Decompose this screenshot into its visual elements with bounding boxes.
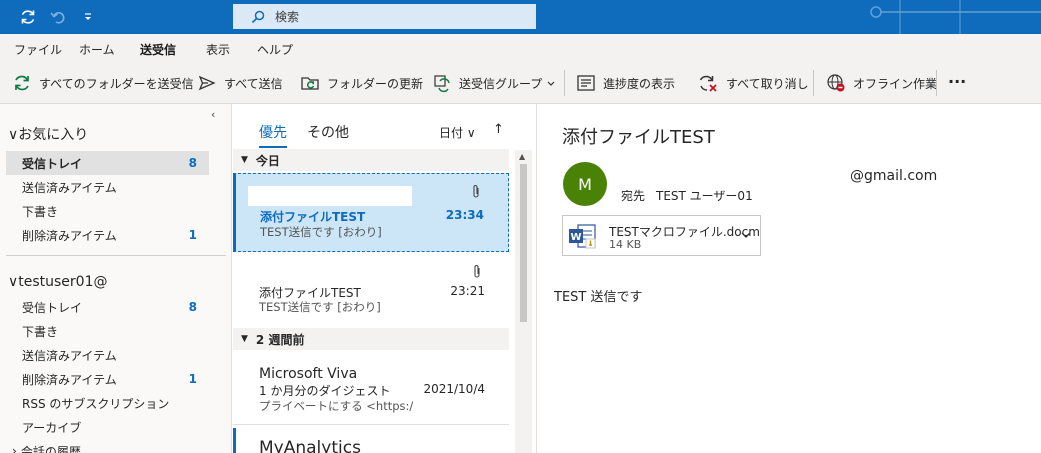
sync-icon[interactable] <box>18 7 38 27</box>
send-icon <box>198 75 216 91</box>
more-options-button[interactable]: ··· <box>948 70 966 92</box>
message-preview: プライベートにする <https:/ <box>259 399 414 413</box>
account-inbox[interactable]: 受信トレイ 8 <box>6 295 209 319</box>
sync-all-icon <box>15 75 29 91</box>
undo-icon[interactable] <box>48 7 68 27</box>
favorite-drafts[interactable]: 下書き <box>6 199 209 223</box>
tab-other[interactable]: その他 <box>307 122 349 142</box>
account-rss[interactable]: RSS のサブスクリプション <box>6 391 209 415</box>
send-all-button[interactable]: すべて送信 <box>197 72 283 94</box>
search-placeholder: 検索 <box>275 10 300 24</box>
favorite-inbox[interactable]: 受信トレイ 8 <box>6 151 209 175</box>
recipient-name[interactable]: TEST ユーザー01 <box>656 187 753 204</box>
favorites-group[interactable]: ∨お気に入り <box>8 124 88 144</box>
progress-icon <box>577 75 595 91</box>
message-list-scrollbar[interactable]: ▲ <box>515 150 532 453</box>
unread-indicator <box>233 173 236 252</box>
word-document-icon: W <box>569 224 596 249</box>
tab-view[interactable]: 表示 <box>206 41 230 58</box>
message-list: 優先 その他 日付 ∨ ↑ ▼ 今日 添付ファイルTEST 23:34 TEST送… <box>233 104 537 453</box>
tab-send-receive[interactable]: 送受信 <box>140 41 177 64</box>
message-subject: 添付ファイルTEST <box>260 210 366 224</box>
chevron-down-icon <box>547 81 555 86</box>
group-header-today[interactable]: ▼ 今日 <box>233 149 509 171</box>
ribbon-divider <box>564 70 565 96</box>
message-time: 23:21 <box>450 284 485 298</box>
to-label: 宛先 <box>621 189 646 203</box>
message-time: 2021/10/4 <box>423 382 485 396</box>
update-folder-button[interactable]: フォルダーの更新 <box>300 72 423 94</box>
sync-group-icon <box>434 75 450 93</box>
header-decoration <box>870 0 1041 34</box>
ribbon-divider <box>936 70 937 96</box>
account-drafts[interactable]: 下書き <box>6 319 209 343</box>
show-progress-button[interactable]: 進捗度の表示 <box>576 72 675 94</box>
attachment-card[interactable]: W TESTマクロファイル.docm 14 KB <box>562 215 761 256</box>
divider <box>6 255 226 256</box>
chevron-down-icon: ∨ <box>466 126 476 140</box>
group-header-two-weeks-ago[interactable]: ▼ 2 週間前 <box>233 328 509 350</box>
attachment-size: 14 KB <box>609 238 642 251</box>
chevron-down-icon: ▼ <box>241 334 248 344</box>
divider <box>233 424 509 425</box>
account-archive[interactable]: アーカイブ <box>6 415 209 439</box>
message-preview: TEST送信です [おわり] <box>260 225 382 239</box>
search-input[interactable]: 検索 <box>233 4 536 29</box>
account-conversation-history[interactable]: › 会話の履歴 <box>6 439 209 453</box>
chevron-right-icon: › <box>12 444 17 453</box>
tab-file[interactable]: ファイル <box>14 41 62 58</box>
message-subject: 1 か月分のダイジェスト <box>259 384 391 398</box>
collapse-pane-icon[interactable]: ‹ <box>211 108 215 121</box>
message-body: TEST 送信です <box>554 290 643 305</box>
globe-offline-icon <box>827 74 845 92</box>
tab-home[interactable]: ホーム <box>79 41 115 58</box>
account-sent-items[interactable]: 送信済みアイテム <box>6 343 209 367</box>
sender-redacted <box>248 186 412 206</box>
send-receive-groups-button[interactable]: 送受信グループ <box>432 72 563 94</box>
scrollbar-thumb[interactable] <box>520 164 527 322</box>
unread-indicator <box>233 428 236 453</box>
search-icon <box>251 10 265 23</box>
menu-bar: ファイル ホーム 送受信 表示 ヘルプ <box>0 34 1041 64</box>
message-item-selected[interactable]: 添付ファイルTEST 23:34 TEST送信です [おわり] <box>233 173 509 252</box>
avatar[interactable]: M <box>563 162 607 206</box>
message-item[interactable]: MyAnalytics <box>233 426 509 453</box>
chevron-down-icon[interactable] <box>740 229 752 241</box>
message-item[interactable]: Microsoft Viva 1 か月分のダイジェスト 2021/10/4 プラ… <box>233 352 509 424</box>
account-deleted-items[interactable]: 削除済みアイテム 1 <box>6 367 209 391</box>
svg-text:W: W <box>570 232 581 243</box>
account-group[interactable]: ∨testuser01@ <box>8 274 108 290</box>
sort-by-date-button[interactable]: 日付 ∨ <box>439 124 476 141</box>
sender-email[interactable]: @gmail.com <box>850 168 937 184</box>
favorite-sent-items[interactable]: 送信済みアイテム <box>6 175 209 199</box>
folder-refresh-icon <box>301 77 319 90</box>
chevron-down-icon: ▼ <box>241 155 248 165</box>
message-time: 23:34 <box>445 208 484 222</box>
scroll-up-icon[interactable]: ▲ <box>519 152 525 161</box>
customize-toolbar-icon[interactable] <box>78 7 98 27</box>
message-preview: TEST送信です [おわり] <box>259 300 381 314</box>
chevron-down-icon: ∨ <box>8 274 19 290</box>
title-bar: 検索 <box>0 0 1041 34</box>
chevron-down-icon: ∨ <box>8 127 19 143</box>
ribbon-divider <box>813 70 814 96</box>
paperclip-icon <box>473 185 479 198</box>
cancel-all-button[interactable]: すべて取り消し <box>697 72 809 94</box>
favorite-deleted-items[interactable]: 削除済みアイテム 1 <box>6 223 209 247</box>
ribbon: すべてのフォルダーを送受信 すべて送信 フォルダーの更新 送受信グループ 進捗度… <box>0 62 1041 104</box>
reading-pane: 添付ファイルTEST M @gmail.com 宛先 TEST ユーザー01 W… <box>538 104 1041 453</box>
folder-pane: ‹ ∨お気に入り 受信トレイ 8 送信済みアイテム 下書き 削除済みアイテム 1… <box>0 104 232 453</box>
message-sender: MyAnalytics <box>259 438 361 453</box>
tab-help[interactable]: ヘルプ <box>257 41 293 58</box>
send-receive-all-button[interactable]: すべてのフォルダーを送受信 <box>12 72 194 94</box>
tab-focused[interactable]: 優先 <box>259 122 287 148</box>
paperclip-icon <box>474 265 480 278</box>
message-item[interactable]: 添付ファイルTEST 23:21 TEST送信です [おわり] <box>233 254 509 326</box>
work-offline-button[interactable]: オフライン作業 <box>826 72 937 94</box>
sort-direction-button[interactable]: ↑ <box>493 122 504 137</box>
message-title: 添付ファイルTEST <box>562 127 715 148</box>
cancel-sync-icon <box>699 75 717 92</box>
message-sender: Microsoft Viva <box>259 366 358 382</box>
